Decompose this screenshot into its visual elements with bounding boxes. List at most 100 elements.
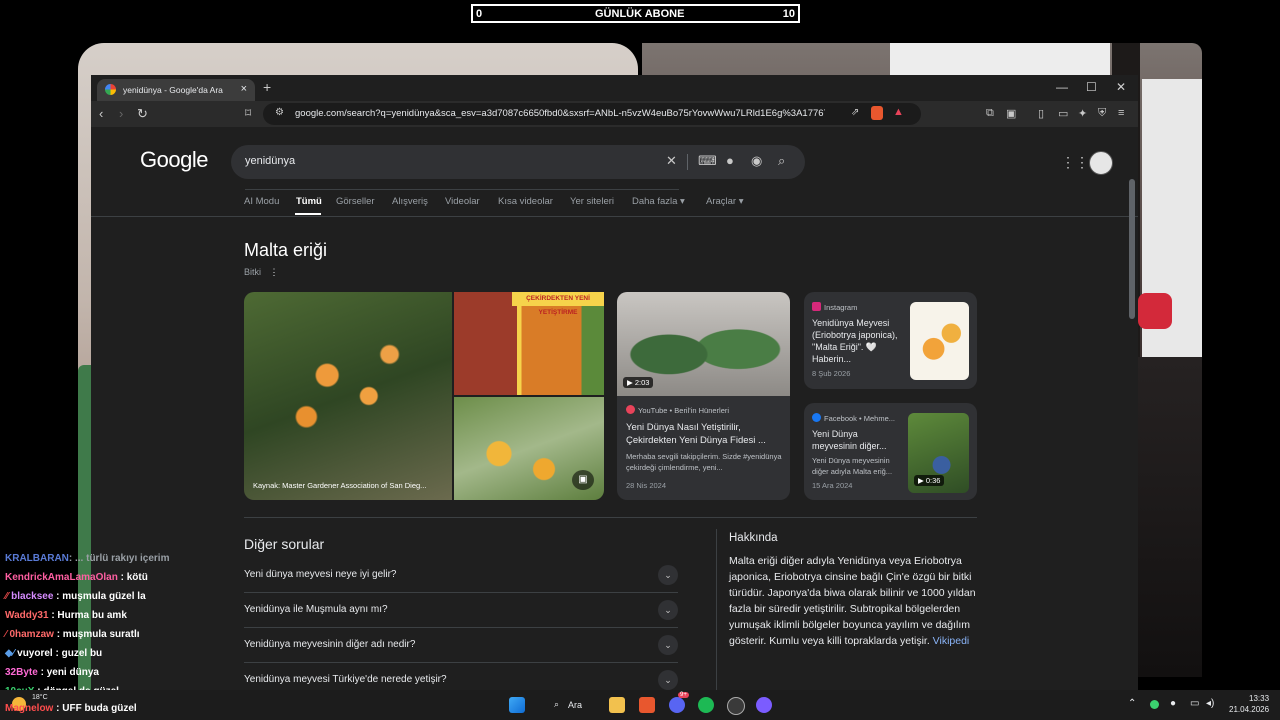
tab-strip: yenidünya - Google'da Ara × + — ☐ ✕ <box>91 75 1138 101</box>
subscriber-count-left: 0 <box>476 8 483 20</box>
chevron-down-icon[interactable]: ⌄ <box>658 670 678 690</box>
taskbar-search[interactable]: ⌕ Ara <box>546 695 606 715</box>
brave-rewards-icon[interactable]: ▲ <box>893 106 904 118</box>
nav-divider <box>91 216 1138 217</box>
tab-ai-mode[interactable]: AI Modu <box>244 196 279 207</box>
image-banner-text: ÇEKİRDEKTEN YENİ YETİŞTİRME <box>512 292 604 316</box>
tab-tools[interactable]: Araçlar ▾ <box>706 196 744 207</box>
tab-all[interactable]: Tümü <box>296 196 322 207</box>
search-box[interactable]: yenidünya ✕ ⌨ ● ◉ ⌕ <box>231 145 805 190</box>
facebook-result-card[interactable]: Facebook • Mehme... Yeni Dünya meyvesini… <box>804 403 977 500</box>
tab-shopping[interactable]: Alışveriş <box>392 196 428 207</box>
facebook-source: Facebook • Mehme... <box>812 413 895 423</box>
chevron-down-icon[interactable]: ⌄ <box>658 565 678 585</box>
tab-images[interactable]: Görseller <box>336 196 375 207</box>
chat-badge-icon: ◆⁄ <box>5 648 18 659</box>
fb-title[interactable]: Yeni Dünya meyvesinin diğer... <box>812 428 904 452</box>
sidebar-icon[interactable]: ▯ <box>1038 107 1044 120</box>
browser-tab[interactable]: yenidünya - Google'da Ara × <box>97 79 255 101</box>
image-seed-growing[interactable]: ÇEKİRDEKTEN YENİ YETİŞTİRME <box>454 292 604 395</box>
microphone-tray-icon[interactable]: ● <box>1170 698 1176 709</box>
image-main-loquat-tree[interactable]: Kaynak: Master Gardener Association of S… <box>244 292 452 500</box>
status-icon[interactable] <box>1150 700 1159 709</box>
image-loquat-fruits[interactable]: ▣ <box>454 397 604 500</box>
vpn-icon[interactable]: ⛨ <box>1098 107 1106 120</box>
tab-places[interactable]: Yer siteleri <box>570 196 614 207</box>
file-explorer-icon[interactable] <box>609 697 625 713</box>
back-icon[interactable]: ‹ <box>99 106 103 121</box>
keyboard-icon[interactable]: ⌨ <box>698 153 717 169</box>
wikipedia-link[interactable]: Vikipedi <box>933 635 970 647</box>
extensions-icon[interactable]: ⧉ <box>986 107 994 120</box>
maximize-button[interactable]: ☐ <box>1086 80 1097 94</box>
question-item[interactable]: Yenidünya meyvesinin diğer adı nedir? ⌄ <box>244 628 678 663</box>
ig-title[interactable]: Yenidünya Meyvesi (Eriobotrya japonica),… <box>812 317 904 365</box>
chat-text: : ... türlü rakıyı içerim <box>68 553 170 564</box>
chevron-down-icon[interactable]: ⌄ <box>658 600 678 620</box>
close-window-button[interactable]: ✕ <box>1116 80 1126 94</box>
chat-text: : yeni dünya <box>40 667 99 678</box>
screenshot-icon[interactable]: ▣ <box>1006 107 1016 120</box>
google-apps-icon[interactable]: ⋮⋮ <box>1061 154 1089 171</box>
other-questions-title: Diğer sorular <box>244 536 325 552</box>
search-divider <box>687 154 688 170</box>
avatar[interactable] <box>1089 151 1113 175</box>
chat-text: : guzel bu <box>55 648 103 659</box>
leo-ai-icon[interactable]: ✦ <box>1078 107 1087 120</box>
question-text: Yeni dünya meyvesi neye iyi gelir? <box>244 569 397 580</box>
discord-icon[interactable] <box>669 697 685 713</box>
tab-more[interactable]: Daha fazla ▾ <box>632 196 685 207</box>
minimize-button[interactable]: — <box>1056 80 1068 94</box>
url-text[interactable]: google.com/search?q=yenidünya&sca_esv=a3… <box>295 108 825 119</box>
clock-time: 13:33 <box>1249 694 1270 703</box>
page-scrollbar[interactable] <box>1129 179 1135 319</box>
tab-videos[interactable]: Videolar <box>445 196 480 207</box>
clear-search-icon[interactable]: ✕ <box>666 153 677 169</box>
chevron-down-icon[interactable]: ⌄ <box>658 635 678 655</box>
search-input[interactable]: yenidünya <box>245 155 679 190</box>
question-item[interactable]: Yeni dünya meyvesi neye iyi gelir? ⌄ <box>244 558 678 593</box>
menu-icon[interactable]: ≡ <box>1118 107 1124 119</box>
chat-user: blacksee <box>11 591 54 602</box>
weather-temp[interactable]: 18°C <box>32 694 48 701</box>
image-gallery-icon[interactable]: ▣ <box>572 470 594 490</box>
volume-icon[interactable]: ◂) <box>1206 698 1214 709</box>
youtube-source: YouTube • Beril'in Hünerleri <box>626 405 729 415</box>
ig-thumbnail[interactable] <box>910 302 969 380</box>
search-icon[interactable]: ⌕ <box>778 153 785 169</box>
google-logo[interactable]: Google <box>140 147 208 173</box>
system-clock[interactable]: 13:33 21.04.2026 <box>1229 693 1269 715</box>
question-text: Yenidünya ile Muşmula aynı mı? <box>244 604 388 615</box>
tray-expand-icon[interactable]: ⌃ <box>1128 698 1136 709</box>
discord-badge: 9+ <box>678 692 689 698</box>
network-icon[interactable]: ▭ <box>1190 698 1199 709</box>
chat-user: Waddy31 <box>5 610 49 621</box>
app-icon[interactable] <box>756 697 772 713</box>
site-info-icon[interactable]: ⚙ <box>275 107 284 118</box>
address-bar[interactable]: ⌑ ⚙ google.com/search?q=yenidünya&sca_es… <box>245 103 921 125</box>
chat-user: KRALBARAN <box>5 553 69 564</box>
share-icon[interactable]: ⇗ <box>851 107 859 118</box>
tab-short-videos[interactable]: Kısa videolar <box>498 196 553 207</box>
fb-duration-text: 0:36 <box>925 476 941 485</box>
bookmark-icon[interactable]: ⌑ <box>245 106 251 120</box>
forward-icon[interactable]: › <box>119 106 123 121</box>
steam-icon[interactable] <box>727 697 745 715</box>
youtube-result-card[interactable]: ▶ 2:03 YouTube • Beril'in Hünerleri Yeni… <box>617 292 790 500</box>
google-lens-icon[interactable]: ◉ <box>751 153 762 169</box>
close-tab-icon[interactable]: × <box>241 83 247 95</box>
microphone-icon[interactable]: ● <box>726 153 734 168</box>
reload-icon[interactable]: ↻ <box>137 106 148 122</box>
wallet-icon[interactable]: ▭ <box>1058 107 1068 120</box>
instagram-result-card[interactable]: Instagram Yenidünya Meyvesi (Eriobotrya … <box>804 292 977 389</box>
question-item[interactable]: Yenidünya ile Muşmula aynı mı? ⌄ <box>244 593 678 628</box>
kp-subtitle-text: Bitki <box>244 267 262 277</box>
brave-shield-icon[interactable] <box>871 106 883 120</box>
brave-browser-icon[interactable] <box>639 697 655 713</box>
new-tab-button[interactable]: + <box>263 79 271 95</box>
more-options-icon[interactable]: ⋮ <box>270 267 279 277</box>
chat-text: : kötü <box>120 572 148 583</box>
yt-title[interactable]: Yeni Dünya Nasıl Yetiştirilir, Çekirdekt… <box>626 421 781 447</box>
spotify-icon[interactable] <box>698 697 714 713</box>
windows-start-icon[interactable] <box>509 697 525 713</box>
